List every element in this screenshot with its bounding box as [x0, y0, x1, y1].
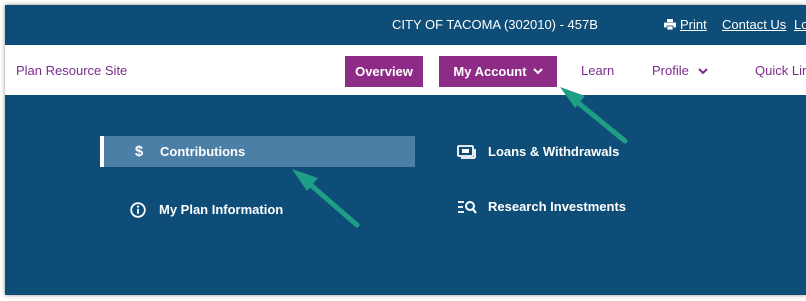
printer-icon[interactable]	[664, 19, 676, 30]
plan-account-name: CITY OF TACOMA (302010) - 457B	[392, 17, 598, 32]
chevron-down-icon	[532, 68, 543, 75]
site-title[interactable]: Plan Resource Site	[16, 63, 127, 78]
menu-item-loans-label: Loans & Withdrawals	[488, 144, 620, 159]
nav-my-account-button[interactable]: My Account	[439, 56, 557, 87]
nav-profile-label: Profile	[652, 63, 689, 78]
menu-item-research[interactable]: Research Investments	[457, 191, 626, 222]
browser-viewport: CITY OF TACOMA (302010) - 457B Print Con…	[5, 5, 806, 295]
menu-item-loans[interactable]: Loans & Withdrawals	[457, 136, 619, 167]
print-link[interactable]: Print	[680, 17, 707, 32]
my-account-dropdown: $ Contributions My Plan Information Loan…	[5, 95, 806, 295]
nav-quick-links[interactable]: Quick Lir	[755, 63, 806, 78]
utility-bar: CITY OF TACOMA (302010) - 457B Print Con…	[5, 5, 806, 45]
chevron-down-icon	[698, 68, 709, 75]
info-circle-icon	[128, 201, 148, 218]
main-nav: Plan Resource Site Overview My Account L…	[5, 45, 806, 95]
list-search-icon	[457, 199, 477, 215]
menu-item-plan-info-label: My Plan Information	[159, 202, 284, 217]
money-bill-icon	[457, 144, 477, 160]
dollar-icon: $	[134, 143, 144, 160]
menu-item-contributions[interactable]: $ Contributions	[100, 136, 415, 167]
nav-my-account-label: My Account	[453, 64, 527, 79]
nav-learn-link[interactable]: Learn	[581, 63, 614, 78]
contact-us-link[interactable]: Contact Us	[722, 17, 786, 32]
nav-profile-link[interactable]: Profile	[652, 63, 709, 78]
menu-item-contributions-label: Contributions	[160, 144, 246, 159]
logout-link[interactable]: Lo	[794, 17, 806, 32]
menu-item-plan-info[interactable]: My Plan Information	[128, 194, 283, 225]
menu-item-research-label: Research Investments	[488, 199, 627, 214]
nav-overview-label: Overview	[355, 64, 413, 79]
nav-overview-button[interactable]: Overview	[345, 56, 423, 87]
